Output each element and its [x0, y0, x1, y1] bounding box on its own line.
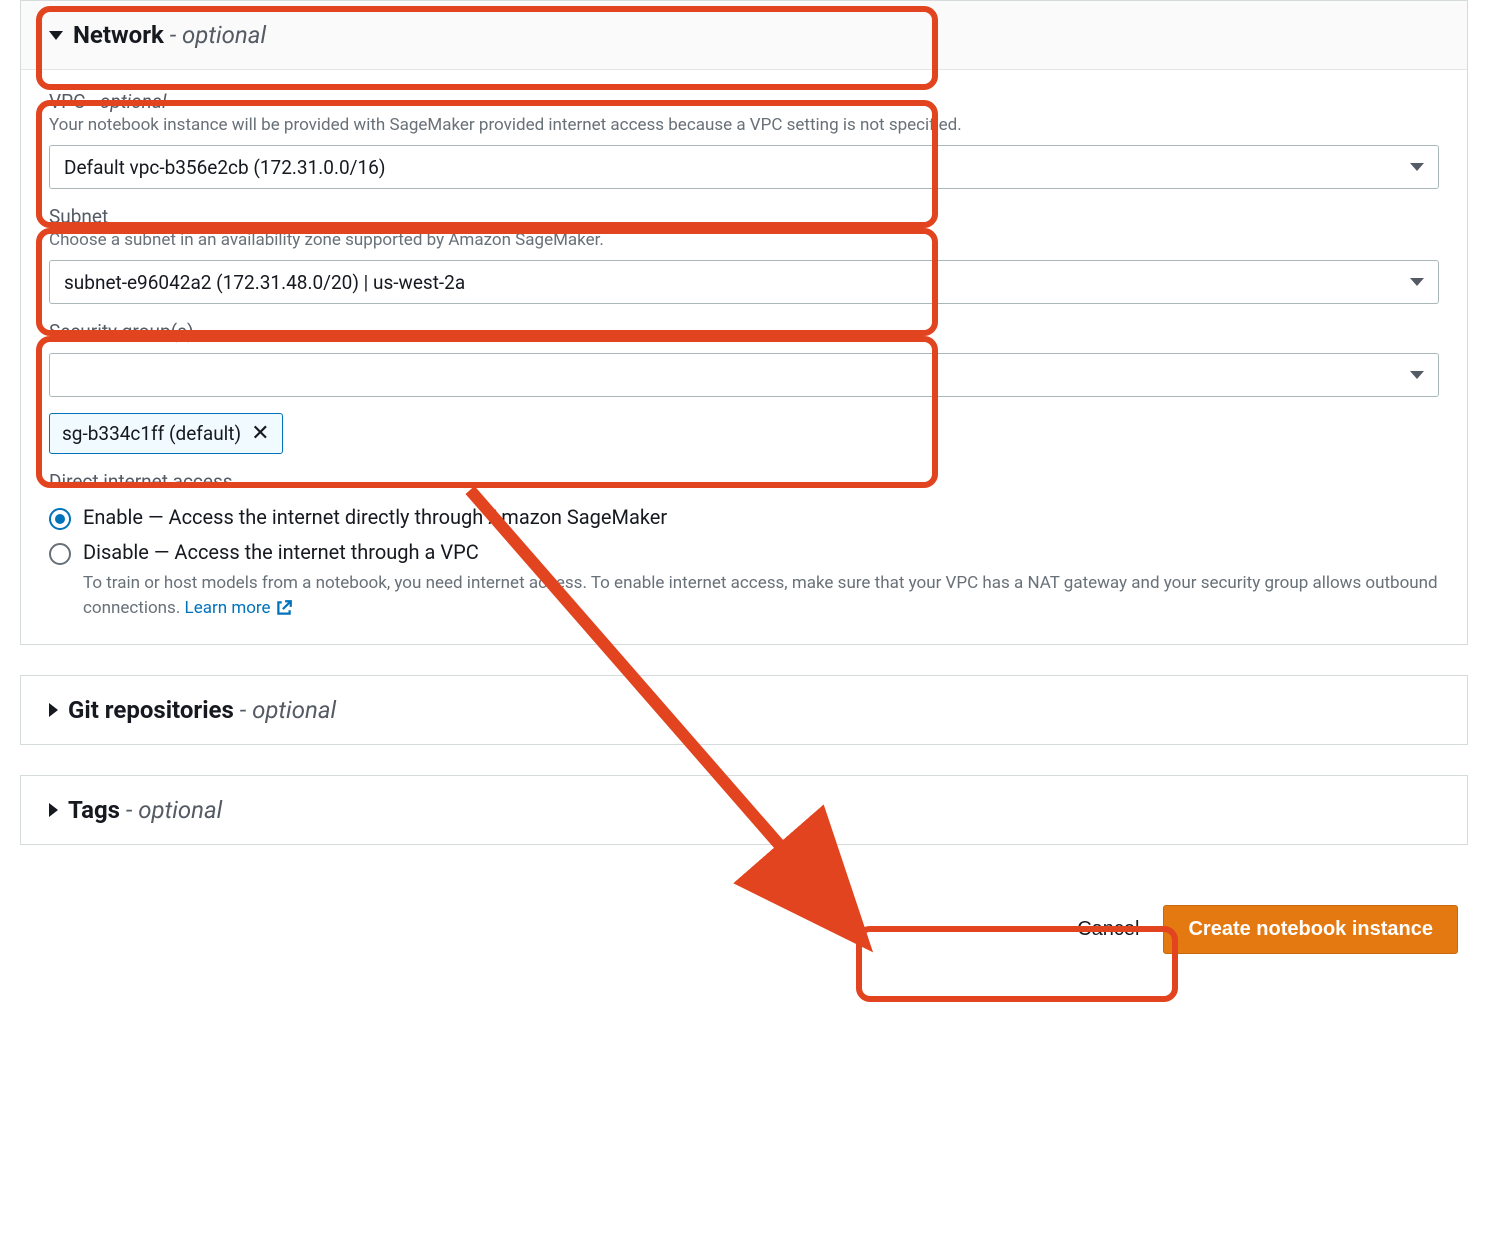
- tags-panel: Tags - optional: [20, 775, 1468, 845]
- subnet-select-value: subnet-e96042a2 (172.31.48.0/20) | us-we…: [64, 271, 465, 294]
- caret-right-icon: [49, 703, 58, 717]
- subnet-field-group: Subnet Choose a subnet in an availabilit…: [21, 193, 1467, 308]
- vpc-optional-suffix: - optional: [85, 90, 166, 113]
- vpc-select-value: Default vpc-b356e2cb (172.31.0.0/16): [64, 156, 385, 179]
- subnet-label: Subnet: [49, 205, 108, 228]
- dropdown-caret-icon: [1410, 371, 1424, 379]
- network-panel-header[interactable]: Network - optional: [21, 1, 1467, 70]
- subnet-select[interactable]: subnet-e96042a2 (172.31.48.0/20) | us-we…: [49, 260, 1439, 304]
- internet-access-disable-label: Disable — Access the internet through a …: [83, 540, 479, 564]
- close-icon[interactable]: ✕: [251, 423, 269, 445]
- tags-panel-header[interactable]: Tags - optional: [21, 776, 1467, 844]
- tags-optional-suffix: - optional: [120, 796, 222, 824]
- internet-access-label: Direct internet access: [49, 470, 1439, 493]
- network-optional-suffix: - optional: [164, 21, 266, 49]
- security-groups-select[interactable]: [49, 353, 1439, 397]
- security-groups-field-group: Security group(s): [21, 308, 1467, 401]
- radio-selected-icon[interactable]: [49, 508, 71, 530]
- security-groups-label: Security group(s): [49, 320, 194, 343]
- internet-access-disable-row[interactable]: Disable — Access the internet through a …: [49, 540, 1439, 565]
- radio-unselected-icon[interactable]: [49, 543, 71, 565]
- internet-access-enable-label: Enable — Access the internet directly th…: [83, 505, 667, 529]
- network-title: Network: [73, 21, 164, 49]
- git-repos-panel: Git repositories - optional: [20, 675, 1468, 745]
- git-repos-optional-suffix: - optional: [234, 696, 336, 724]
- git-repos-panel-header[interactable]: Git repositories - optional: [21, 676, 1467, 744]
- internet-access-group: Direct internet access Enable — Access t…: [21, 454, 1467, 620]
- vpc-field-group: VPC - optional Your notebook instance wi…: [21, 78, 1467, 193]
- dropdown-caret-icon: [1410, 278, 1424, 286]
- external-link-icon: [275, 599, 293, 617]
- internet-access-enable-row[interactable]: Enable — Access the internet directly th…: [49, 505, 1439, 530]
- caret-down-icon: [49, 31, 63, 40]
- footer-actions: Cancel Create notebook instance: [20, 875, 1468, 984]
- vpc-label: VPC: [49, 90, 85, 113]
- dropdown-caret-icon: [1410, 163, 1424, 171]
- learn-more-link[interactable]: Learn more: [185, 596, 293, 621]
- caret-right-icon: [49, 803, 58, 817]
- vpc-help: Your notebook instance will be provided …: [49, 115, 1439, 135]
- network-panel: Network - optional VPC - optional Your n…: [20, 0, 1468, 645]
- security-group-token[interactable]: sg-b334c1ff (default) ✕: [49, 413, 283, 454]
- internet-access-disable-help: To train or host models from a notebook,…: [83, 571, 1439, 620]
- create-notebook-instance-button[interactable]: Create notebook instance: [1163, 905, 1458, 954]
- security-group-token-label: sg-b334c1ff (default): [62, 422, 241, 445]
- vpc-select[interactable]: Default vpc-b356e2cb (172.31.0.0/16): [49, 145, 1439, 189]
- subnet-help: Choose a subnet in an availability zone …: [49, 230, 1439, 250]
- git-repos-title: Git repositories: [68, 696, 234, 724]
- network-panel-body: VPC - optional Your notebook instance wi…: [21, 70, 1467, 644]
- cancel-button[interactable]: Cancel: [1077, 918, 1139, 941]
- tags-title: Tags: [68, 796, 120, 824]
